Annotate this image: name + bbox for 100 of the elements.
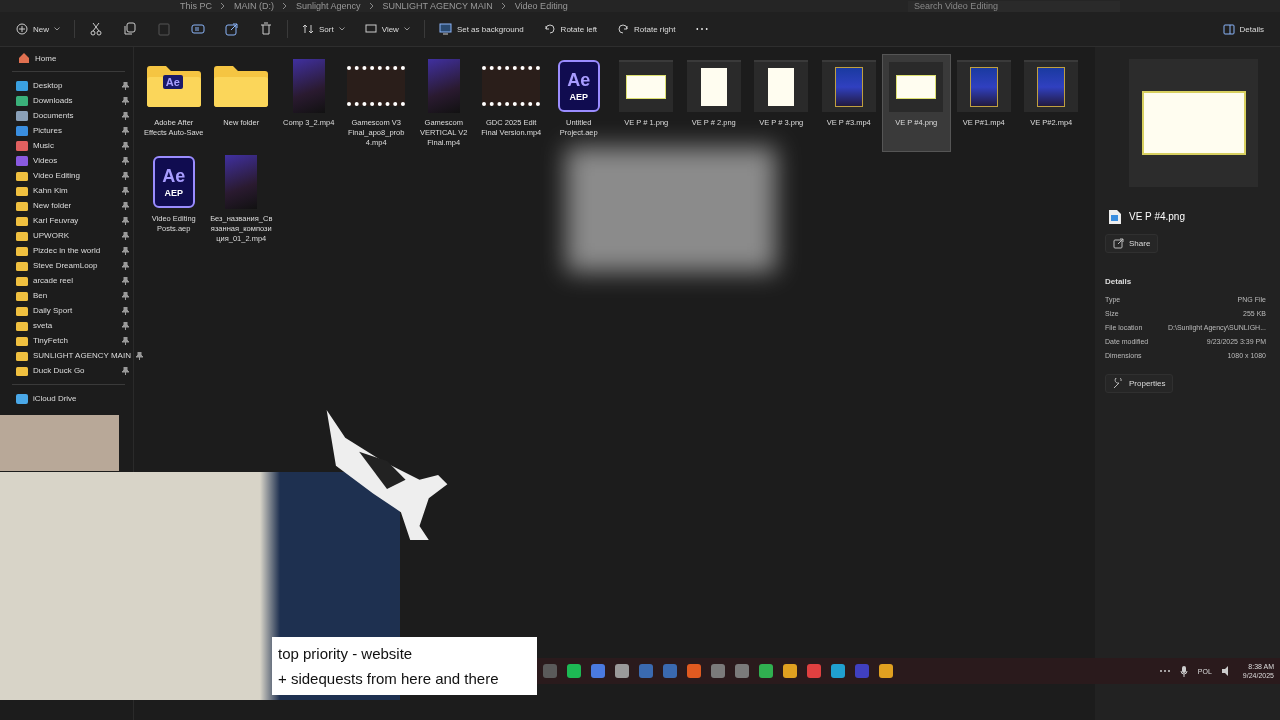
sidebar-item[interactable]: Daily Sport — [10, 303, 133, 318]
sidebar-item[interactable]: SUNLIGHT AGENCY MAIN — [10, 348, 133, 363]
properties-button[interactable]: Properties — [1105, 374, 1174, 393]
aep-file-icon: Ae AEP — [557, 60, 600, 112]
sort-button[interactable]: Sort — [296, 20, 351, 38]
sidebar-item[interactable]: UPWORK — [10, 228, 133, 243]
folder-icon — [16, 350, 28, 361]
video-thumbnail — [347, 66, 406, 106]
sidebar-item[interactable]: Duck Duck Go — [10, 363, 133, 378]
taskbar-app-icon[interactable] — [783, 664, 797, 678]
sidebar-item[interactable]: Desktop — [10, 78, 133, 93]
taskbar-app-icon[interactable] — [687, 664, 701, 678]
breadcrumb-item[interactable]: This PC — [180, 1, 212, 11]
folder-icon — [16, 305, 28, 316]
video-thumbnail — [225, 155, 258, 210]
aep-file-icon: Ae AEP — [152, 156, 195, 209]
monitor-icon — [364, 23, 377, 35]
folder-icon — [16, 215, 28, 226]
sidebar-item[interactable]: Steve DreamLoop — [10, 258, 133, 273]
taskbar-app-icon[interactable] — [711, 664, 725, 678]
share-icon — [1113, 238, 1124, 249]
image-thumbnail — [686, 60, 741, 112]
sidebar-item[interactable]: Videos — [10, 153, 133, 168]
chevron-icon — [500, 2, 507, 10]
sidebar-item[interactable]: Documents — [10, 108, 133, 123]
caret-icon — [54, 27, 60, 31]
sidebar-item[interactable]: sveta — [10, 318, 133, 333]
sidebar-item[interactable]: Pictures — [10, 123, 133, 138]
rotate-left-button[interactable]: Rotate left — [537, 20, 604, 38]
folder-icon — [16, 245, 28, 256]
taskbar-app-icon[interactable] — [855, 664, 869, 678]
folder-icon — [16, 275, 28, 286]
rotate-right-icon — [617, 23, 630, 35]
caret-icon — [338, 27, 345, 31]
file-name: VE P #4.png — [1129, 211, 1185, 222]
sidebar-item[interactable]: New folder — [10, 198, 133, 213]
folder-icon — [16, 335, 28, 346]
taskbar-app-icon[interactable] — [759, 664, 773, 678]
taskbar-app-icon[interactable] — [615, 664, 629, 678]
image-file-icon — [1109, 209, 1121, 224]
image-thumbnail — [889, 60, 944, 112]
folder-icon — [16, 200, 28, 211]
breadcrumb-item[interactable]: SUNLIGHT AGENCY MAIN — [382, 1, 493, 11]
taskbar-app-icon[interactable] — [663, 664, 677, 678]
folder-icon — [16, 260, 28, 271]
new-button[interactable]: New — [10, 20, 66, 38]
sidebar-item[interactable]: Downloads — [10, 93, 133, 108]
breadcrumb-item[interactable]: MAIN (D:) — [234, 1, 274, 11]
sidebar-item[interactable]: TinyFetch — [10, 333, 133, 348]
taskbar-app-icon[interactable] — [591, 664, 605, 678]
set-background-button[interactable]: Set as background — [432, 20, 530, 38]
more-button[interactable]: ⋯ — [689, 18, 716, 40]
details-button[interactable]: Details — [1216, 20, 1270, 38]
taskbar-app-icon[interactable] — [735, 664, 749, 678]
breadcrumb-item[interactable]: Sunlight Agency — [296, 1, 361, 11]
video-thumbnail — [292, 59, 325, 113]
video-thumbnail — [482, 66, 541, 106]
taskbar-app-icon[interactable] — [879, 664, 893, 678]
caption-text: top priority - website — [278, 645, 413, 662]
rotate-right-button[interactable]: Rotate right — [611, 20, 682, 38]
folder-icon — [16, 365, 28, 376]
video-thumbnail — [1024, 60, 1079, 112]
caret-icon — [403, 27, 410, 31]
view-button[interactable]: View — [358, 20, 416, 38]
sidebar-item[interactable]: Music — [10, 138, 133, 153]
video-thumbnail — [956, 60, 1011, 112]
sort-icon — [302, 23, 314, 35]
chevron-icon — [220, 2, 226, 10]
caption-text: + sidequests from here and there — [278, 670, 499, 687]
video-thumbnail — [427, 59, 460, 113]
sidebar-item[interactable]: Karl Feuvray — [10, 213, 133, 228]
microphone-icon[interactable] — [1179, 665, 1188, 677]
chevron-icon — [282, 2, 288, 10]
taskbar-app-icon[interactable] — [543, 664, 557, 678]
share-button[interactable]: Share — [1105, 234, 1159, 253]
image-thumbnail — [754, 60, 809, 112]
breadcrumb-item[interactable]: Video Editing — [514, 1, 568, 11]
taskbar-app-icon[interactable] — [639, 664, 653, 678]
search-field[interactable]: Search Video Editing — [908, 0, 1120, 12]
folder-icon — [16, 170, 28, 181]
chevron-icon — [368, 2, 375, 10]
folder-icon — [16, 290, 28, 301]
sidebar-item[interactable]: Ben — [10, 288, 133, 303]
home-nav-item[interactable]: Home — [10, 51, 57, 65]
folder-icon — [146, 65, 201, 107]
taskbar-app-icon[interactable] — [807, 664, 821, 678]
home-icon — [18, 52, 30, 64]
sidebar-item[interactable]: arcade reel — [10, 273, 133, 288]
taskbar-app-icon[interactable] — [831, 664, 845, 678]
sidebar-item[interactable]: Video Editing — [10, 168, 133, 183]
video-thumbnail — [821, 60, 876, 112]
folder-icon — [16, 185, 28, 196]
taskbar-app-icon[interactable] — [567, 664, 581, 678]
panel-icon — [1222, 23, 1235, 35]
sidebar-item[interactable]: Kahn Kim — [10, 183, 133, 198]
sidebar-item[interactable]: Pizdec in the world — [10, 243, 133, 258]
ae-badge: Ae — [162, 75, 183, 89]
sidebar-item[interactable]: iCloud Drive — [10, 391, 133, 406]
details-heading: Details — [1105, 277, 1132, 286]
folder-icon — [16, 230, 28, 241]
